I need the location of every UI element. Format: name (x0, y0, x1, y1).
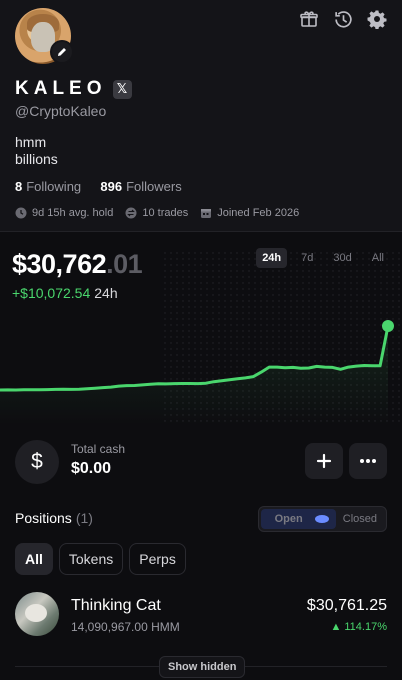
x-icon[interactable]: 𝕏 (112, 79, 132, 99)
change-period: 24h (94, 285, 118, 301)
change-amount: +$10,072.54 (12, 285, 91, 301)
bio-line: hmm (15, 134, 47, 150)
gear-icon[interactable] (366, 8, 388, 30)
range-all[interactable]: All (366, 248, 390, 268)
cat-icon (25, 604, 47, 622)
following-count: 8 (15, 179, 23, 194)
profile-bio: hmm billions (15, 134, 58, 168)
followers-link[interactable]: 896 Followers (100, 179, 181, 194)
profile-handle: @CryptoKaleo (15, 103, 107, 119)
token-quantity: 14,090,967.00 HMM (71, 620, 180, 634)
clock-icon (15, 207, 27, 219)
more-button[interactable] (349, 443, 387, 479)
balance-main: $30,762 (12, 249, 107, 279)
bio-line: billions (15, 151, 58, 167)
position-value: $30,761.25 (306, 597, 387, 614)
joined: Joined Feb 2026 (200, 207, 299, 219)
toggle-open-label: Open (274, 513, 303, 525)
plus-icon (316, 453, 332, 469)
positions-title: Positions (1) (15, 510, 93, 526)
profile-meta: 9d 15h avg. hold 10 trades Joined Feb 20… (15, 207, 299, 219)
positions-count: (1) (75, 510, 93, 526)
trades: 10 trades (125, 207, 188, 219)
profile-name: KALEO (15, 78, 107, 99)
position-change: ▲ 114.17% (330, 621, 387, 633)
calendar-icon (201, 209, 212, 218)
toggle-open[interactable]: Open (260, 509, 336, 529)
followers-count: 896 (100, 179, 123, 194)
toggle-closed[interactable]: Closed (336, 509, 384, 529)
name-row: KALEO 𝕏 (15, 78, 132, 100)
following-label: Following (26, 179, 82, 194)
positions-label: Positions (15, 510, 72, 526)
add-cash-button[interactable] (305, 443, 343, 479)
cash-section: $ Total cash $0.00 (15, 440, 387, 484)
following-link[interactable]: 8 Following (15, 179, 81, 194)
swap-icon (125, 207, 137, 219)
cash-label: Total cash (71, 442, 126, 456)
avg-hold-text: 9d 15h avg. hold (32, 207, 114, 219)
pencil-icon[interactable] (50, 40, 74, 64)
token-image (15, 592, 59, 636)
open-closed-toggle: Open Closed (257, 506, 387, 532)
followers-label: Followers (126, 179, 182, 194)
tab-perps[interactable]: Perps (129, 543, 186, 575)
follow-stats: 8 Following 896 Followers (15, 179, 182, 194)
joined-text: Joined Feb 2026 (217, 207, 300, 219)
cash-value: $0.00 (71, 460, 112, 477)
tab-all[interactable]: All (15, 543, 53, 575)
active-dot-icon (314, 515, 329, 523)
avg-hold: 9d 15h avg. hold (15, 207, 113, 219)
history-icon[interactable] (332, 8, 354, 30)
token-name: Thinking Cat (71, 597, 161, 614)
profile-header: KALEO 𝕏 @CryptoKaleo hmm billions 8 Follo… (0, 0, 402, 232)
position-tabs: All Tokens Perps (15, 543, 186, 575)
gift-icon[interactable] (298, 8, 320, 30)
more-icon (360, 459, 376, 463)
chart-endpoint-dot (382, 320, 394, 332)
position-row[interactable]: Thinking Cat 14,090,967.00 HMM $30,761.2… (15, 592, 387, 638)
trades-text: 10 trades (142, 207, 189, 219)
portfolio-balance: $30,762.01 (12, 249, 143, 280)
header-actions (298, 8, 388, 30)
balance-cents: .01 (106, 249, 143, 279)
range-30d[interactable]: 30d (327, 248, 357, 268)
tab-tokens[interactable]: Tokens (58, 543, 124, 575)
dollar-icon: $ (15, 440, 59, 484)
range-24h[interactable]: 24h (256, 248, 288, 268)
balance-change: +$10,072.54 24h (12, 285, 118, 301)
show-hidden-button[interactable]: Show hidden (159, 656, 246, 678)
range-7d[interactable]: 7d (295, 248, 319, 268)
range-selector: 24h 7d 30d All (256, 248, 390, 268)
